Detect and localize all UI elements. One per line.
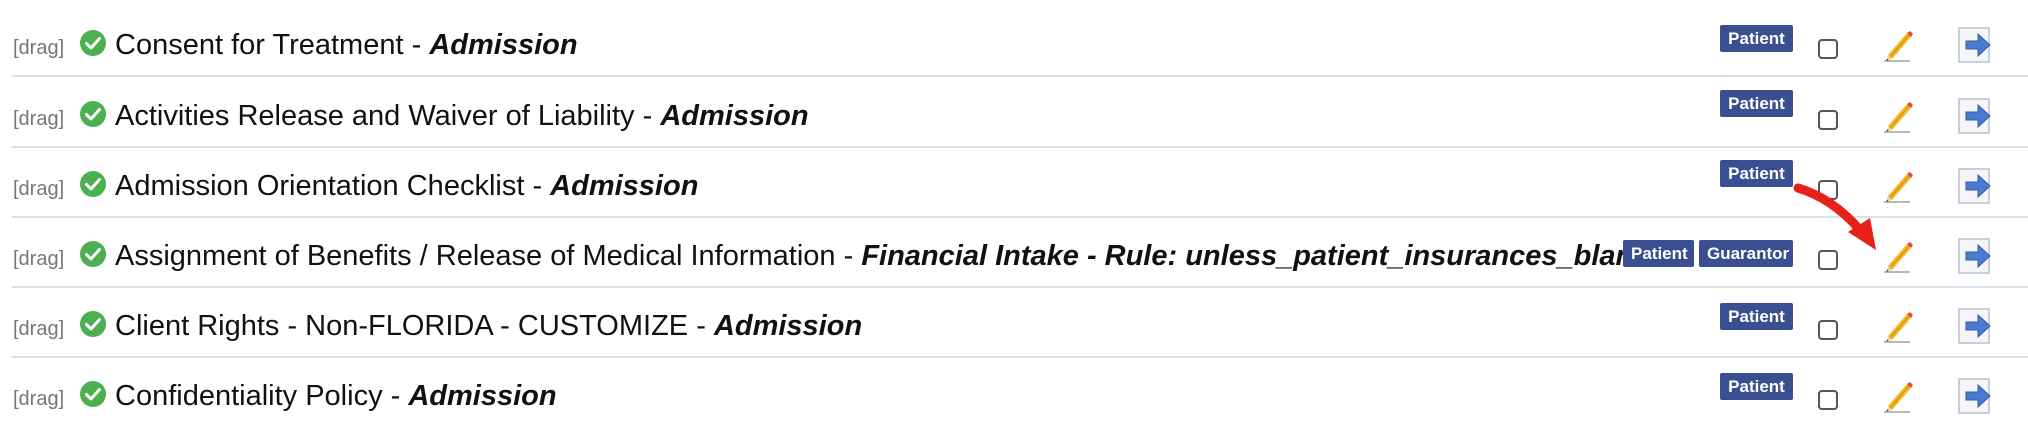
select-checkbox[interactable] [1818,110,1838,130]
list-item: [drag] Client Rights - Non-FLORIDA - CUS… [0,288,2028,358]
badge-patient: Patient [1623,240,1694,267]
title-separator: - [835,240,862,272]
pencil-icon[interactable] [1880,306,1916,346]
title-separator: - [524,170,551,202]
badge-patient: Patient [1720,373,1793,400]
list-item: [drag] Admission Orientation Checklist -… [0,148,2028,218]
arrow-right-icon[interactable] [1956,376,1996,416]
form-category: Admission [660,100,809,132]
form-category: Financial Intake - Rule: unless_patient_… [861,240,1650,272]
arrow-right-icon[interactable] [1956,306,1996,346]
form-list: [drag] Consent for Treatment - Admission… [0,0,2028,430]
form-title[interactable]: Assignment of Benefits / Release of Medi… [115,240,1649,273]
badge-patient: Patient [1720,160,1793,187]
form-category: Admission [429,29,578,61]
form-category: Admission [408,380,557,412]
badge-guarantor: Guarantor [1699,240,1793,267]
drag-handle[interactable]: [drag] [13,178,64,201]
form-title[interactable]: Consent for Treatment - Admission [115,29,578,62]
form-title[interactable]: Admission Orientation Checklist - Admiss… [115,170,698,203]
form-title[interactable]: Confidentiality Policy - Admission [115,380,557,413]
drag-handle[interactable]: [drag] [13,248,64,271]
badge-patient: Patient [1720,303,1793,330]
badge-patient: Patient [1720,25,1793,52]
select-checkbox[interactable] [1818,39,1838,59]
check-circle-icon [80,381,106,407]
drag-handle[interactable]: [drag] [13,108,64,131]
title-separator: - [634,100,661,132]
form-title[interactable]: Activities Release and Waiver of Liabili… [115,100,809,133]
form-title[interactable]: Client Rights - Non-FLORIDA - CUSTOMIZE … [115,310,862,343]
red-arrow-icon [1793,183,1876,250]
form-name: Consent for Treatment [115,29,404,61]
arrow-right-icon[interactable] [1956,236,1996,276]
check-circle-icon [80,241,106,267]
pencil-icon[interactable] [1880,376,1916,416]
list-item: [drag] Assignment of Benefits / Release … [0,218,2028,288]
title-separator: - [382,380,409,412]
list-item: [drag] Confidentiality Policy - Admissio… [0,358,2028,428]
drag-handle[interactable]: [drag] [13,388,64,411]
check-circle-icon [80,171,106,197]
form-name: Activities Release and Waiver of Liabili… [115,100,635,132]
arrow-right-icon[interactable] [1956,25,1996,65]
pencil-icon[interactable] [1880,25,1916,65]
form-name: Assignment of Benefits / Release of Medi… [115,240,836,272]
form-category: Admission [713,310,863,342]
select-checkbox[interactable] [1818,320,1838,340]
drag-handle[interactable]: [drag] [13,318,64,341]
title-separator: - [688,310,714,342]
check-circle-icon [80,311,106,337]
form-name: Confidentiality Policy [115,380,383,412]
badge-patient: Patient [1720,90,1793,117]
list-item: [drag] Activities Release and Waiver of … [0,78,2028,148]
check-circle-icon [80,101,106,127]
form-category: Admission [550,170,699,202]
select-checkbox[interactable] [1818,390,1838,410]
title-separator: - [403,29,430,61]
check-circle-icon [80,30,106,56]
form-name: Client Rights - Non-FLORIDA - CUSTOMIZE [115,310,689,342]
arrow-right-icon[interactable] [1956,166,1996,206]
arrow-right-icon[interactable] [1956,96,1996,136]
list-item: [drag] Consent for Treatment - Admission… [0,7,2028,77]
drag-handle[interactable]: [drag] [13,37,64,60]
form-name: Admission Orientation Checklist [115,170,525,202]
pencil-icon[interactable] [1880,96,1916,136]
row-divider [12,75,2028,77]
